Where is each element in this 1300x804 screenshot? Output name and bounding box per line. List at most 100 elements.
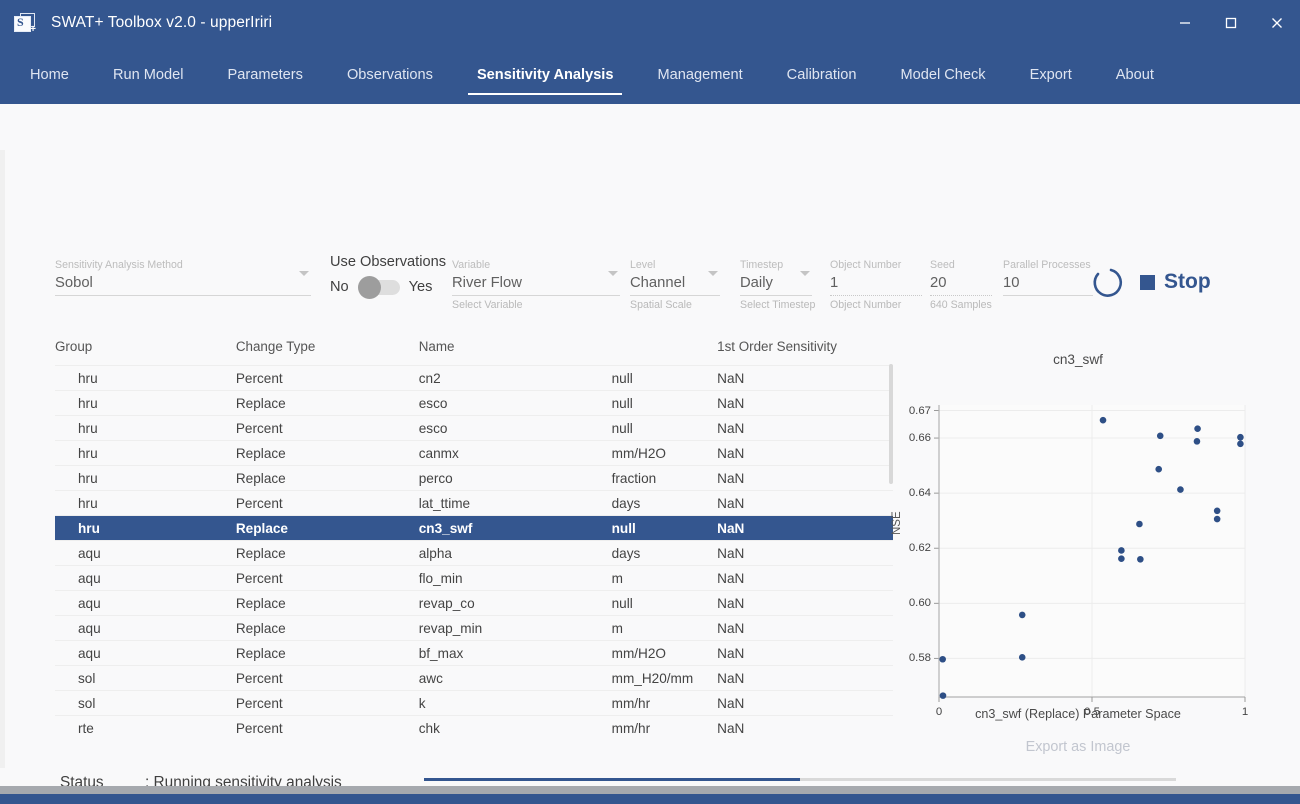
- cell-change: Percent: [235, 570, 283, 586]
- tab-model-check[interactable]: Model Check: [878, 46, 1007, 104]
- tab-label: About: [1115, 67, 1154, 83]
- chart-x-axis-label: cn3_swf (Replace) Parameter Space: [975, 707, 1181, 721]
- cell-sens: NaN: [717, 545, 745, 561]
- table-header-cell[interactable]: 1st Order Sensitivity: [717, 339, 893, 366]
- table-row[interactable]: sol Percent k mm/hr NaN: [55, 690, 893, 716]
- stop-button[interactable]: Stop: [1140, 270, 1211, 294]
- loading-spinner-icon: [1092, 264, 1130, 302]
- maximize-icon[interactable]: [1208, 0, 1254, 46]
- parameters-table-container[interactable]: Group Change Type Name 1st Order Sensitivit…: [55, 339, 893, 741]
- table-row[interactable]: aqu Replace revap_min m NaN: [55, 615, 893, 641]
- tab-label: Export: [1029, 67, 1072, 83]
- use-observations-label: Use Observations: [330, 254, 446, 270]
- window-title: SWAT+ Toolbox v2.0 - upperIriri: [51, 14, 273, 31]
- main-tab-bar[interactable]: Home Run Model Parameters Observations Sensi…: [0, 46, 1300, 104]
- tab-export[interactable]: Export: [1008, 46, 1094, 104]
- tab-sensitivity-analysis[interactable]: Sensitivity Analysis: [455, 46, 636, 104]
- cell-unit: null: [611, 520, 636, 536]
- cell-sens: NaN: [717, 595, 745, 611]
- use-observations-toggle[interactable]: [357, 275, 400, 299]
- cell-name: flo_min: [418, 570, 463, 586]
- level-label: Level: [630, 259, 656, 271]
- cell-unit: days: [611, 495, 641, 511]
- table-row[interactable]: aqu Replace bf_max mm/H2O NaN: [55, 640, 893, 666]
- chart-y-tick-label: 0.66: [908, 432, 931, 445]
- table-row[interactable]: hru Percent esco null NaN: [55, 415, 893, 441]
- swat-app-icon: S +: [13, 12, 37, 35]
- table-row[interactable]: sol Percent awc mm_H20/mm NaN: [55, 665, 893, 691]
- table-row[interactable]: hru Percent lat_ttime days NaN: [55, 490, 893, 516]
- cell-change: Replace: [235, 620, 286, 636]
- cell-change: Percent: [235, 370, 283, 386]
- stop-square-icon: [1140, 274, 1155, 290]
- cell-group: aqu: [78, 570, 101, 586]
- tab-management[interactable]: Management: [635, 46, 764, 104]
- cell-unit: null: [611, 420, 633, 436]
- cell-change: Replace: [235, 645, 286, 661]
- chevron-down-icon[interactable]: [800, 271, 810, 276]
- tab-observations[interactable]: Observations: [325, 46, 455, 104]
- tab-calibration[interactable]: Calibration: [765, 46, 879, 104]
- table-body[interactable]: hru Percent cn2 null NaN hru Replace esco null Na…: [55, 365, 893, 741]
- table-row[interactable]: hru Replace perco fraction NaN: [55, 465, 893, 491]
- export-as-image-button[interactable]: Export as Image: [893, 739, 1263, 755]
- cell-change: Replace: [235, 445, 286, 461]
- table-header-cell[interactable]: [612, 339, 718, 366]
- chart-svg: [934, 405, 1246, 702]
- chart-y-tick-label: 0.58: [908, 652, 931, 665]
- seed-field[interactable]: Seed 20 640 Samples: [930, 259, 992, 313]
- method-label: Sensitivity Analysis Method: [55, 259, 183, 271]
- table-row[interactable]: hru Replace cn3_swf null NaN: [55, 515, 893, 541]
- cell-group: hru: [78, 520, 100, 536]
- chevron-down-icon[interactable]: [299, 271, 309, 276]
- method-field[interactable]: Sensitivity Analysis Method Sobol: [55, 259, 311, 296]
- parallel-processes-field[interactable]: Parallel Processes 10: [1003, 259, 1093, 296]
- cell-name: perco: [418, 470, 453, 486]
- tab-parameters[interactable]: Parameters: [206, 46, 325, 104]
- table-row[interactable]: hru Percent cn2 null NaN: [55, 365, 893, 391]
- status-row: Status : Running sensitivity analysis: [60, 774, 342, 786]
- table-header-cell[interactable]: Group: [55, 339, 236, 366]
- cell-sens: NaN: [717, 370, 745, 386]
- table-row[interactable]: hru Replace canmx mm/H2O NaN: [55, 440, 893, 466]
- level-field[interactable]: Level Channel Spatial Scale: [630, 259, 720, 313]
- table-row[interactable]: aqu Replace alpha days NaN: [55, 540, 893, 566]
- cell-change: Replace: [235, 545, 286, 561]
- table-row[interactable]: aqu Replace revap_co null NaN: [55, 590, 893, 616]
- table-header-cell[interactable]: Change Type: [236, 339, 419, 366]
- chevron-down-icon[interactable]: [608, 271, 618, 276]
- minimize-icon[interactable]: [1162, 0, 1208, 46]
- cell-group: sol: [78, 695, 96, 711]
- cell-group: hru: [78, 470, 98, 486]
- page-content: Sensitivity Analysis Method Sobol Use Ob…: [0, 104, 1300, 786]
- chart-y-tick-label: 0.67: [908, 404, 931, 417]
- table-row[interactable]: aqu Percent flo_min m NaN: [55, 565, 893, 591]
- tab-run-model[interactable]: Run Model: [91, 46, 206, 104]
- table-row[interactable]: hru Replace esco null NaN: [55, 390, 893, 416]
- stepper-connector: [1050, 778, 1176, 781]
- timestep-field[interactable]: Timestep Daily Select Timestep: [740, 259, 815, 313]
- stepper-connector: [549, 778, 675, 781]
- cell-change: Replace: [235, 595, 286, 611]
- seed-label: Seed: [930, 259, 955, 271]
- table-row[interactable]: rte Percent chk mm/hr NaN: [55, 715, 893, 741]
- cell-group: hru: [78, 370, 98, 386]
- cell-group: hru: [78, 420, 98, 436]
- cell-unit: null: [611, 595, 633, 611]
- cell-unit: fraction: [611, 470, 657, 486]
- tab-home[interactable]: Home: [8, 46, 91, 104]
- variable-field[interactable]: Variable River Flow Select Variable: [452, 259, 620, 313]
- cell-group: rte: [78, 720, 94, 736]
- table-header-cell[interactable]: Name: [419, 339, 612, 366]
- object-number-hint: Object Number: [830, 299, 902, 311]
- cell-change: Percent: [235, 495, 283, 511]
- cell-group: aqu: [78, 595, 101, 611]
- variable-label: Variable: [452, 259, 491, 271]
- variable-hint: Select Variable: [452, 299, 523, 311]
- close-icon[interactable]: [1254, 0, 1300, 46]
- chevron-down-icon[interactable]: [708, 271, 718, 276]
- chart-y-tick-label: 0.64: [908, 487, 931, 500]
- object-number-field[interactable]: Object Number 1 Object Number: [830, 259, 922, 313]
- chart-title: cn3_swf: [1053, 352, 1103, 367]
- tab-about[interactable]: About: [1094, 46, 1176, 104]
